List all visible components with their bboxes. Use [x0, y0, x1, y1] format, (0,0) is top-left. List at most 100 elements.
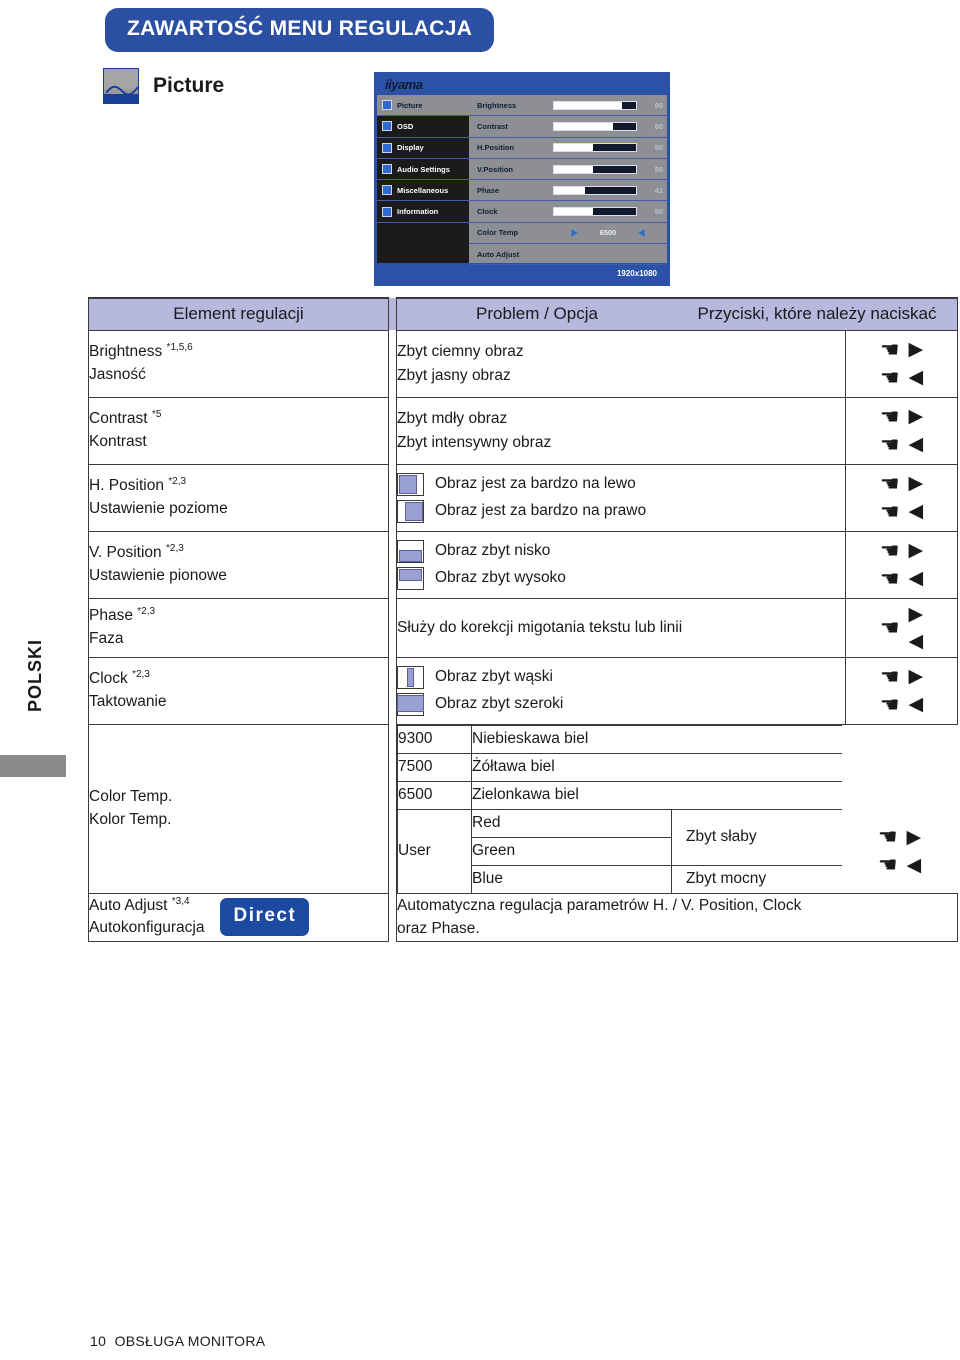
- footnote-ref: *2,3: [132, 668, 150, 680]
- osd-row-brightness[interactable]: Brightness 90: [469, 95, 667, 117]
- triangle-right-icon[interactable]: ▶: [909, 605, 924, 624]
- chevron-right-icon[interactable]: ▶: [572, 228, 578, 237]
- osd-row-contrast[interactable]: Contrast 80: [469, 116, 667, 138]
- option-text-weak: Zbyt słaby: [671, 808, 842, 865]
- section-heading: Picture: [103, 68, 224, 104]
- color-temp-value: 7500: [397, 752, 472, 782]
- osd-slider-v-position[interactable]: [553, 164, 637, 174]
- picture-shifted-down-icon: [397, 539, 424, 563]
- osd-slider-clock[interactable]: [553, 207, 637, 217]
- triangle-left-icon[interactable]: ◀: [909, 632, 924, 651]
- direct-badge[interactable]: Direct: [220, 898, 310, 937]
- wave-glyph: [106, 85, 138, 96]
- osd-row-value: 80: [654, 121, 663, 131]
- row-buttons-h-position: ☚ ▶ ☚ ◀: [845, 463, 958, 532]
- color-temp-preset-row[interactable]: 9300 Niebieskawa biel: [397, 724, 958, 754]
- osd-icon: [382, 121, 392, 132]
- color-channel-red: Red: [471, 808, 672, 838]
- color-temp-preset-row[interactable]: 6500 Zielonkawa biel: [397, 780, 958, 810]
- button-combo-increase[interactable]: ☚ ▶: [880, 665, 923, 688]
- osd-sidebar-item-audio-settings[interactable]: Audio Settings: [377, 159, 469, 181]
- table-row-brightness: Brightness *1,5,6 Jasność Zbyt ciemny ob…: [88, 329, 958, 398]
- footnote-ref: *2,3: [165, 542, 184, 554]
- osd-slider-contrast[interactable]: [553, 121, 637, 131]
- button-combo-decrease[interactable]: ☚ ◀: [880, 366, 923, 389]
- row-options-v-position: Obraz zbyt nisko Obraz zbyt wysoko: [396, 530, 846, 599]
- osd-color-temp-value: 6500: [599, 228, 617, 238]
- picture-icon: [382, 100, 392, 111]
- osd-row-v-position[interactable]: V.Position 50: [469, 159, 667, 181]
- color-channel-blue: Blue: [471, 864, 672, 893]
- triangle-right-icon: ▶: [908, 406, 924, 427]
- button-combo-decrease[interactable]: ☚ ◀: [878, 854, 921, 876]
- triangle-right-icon: ▶: [908, 339, 924, 360]
- column-divider: [388, 464, 397, 531]
- row-buttons-phase: ☚ ▶ ◀: [845, 597, 958, 658]
- row-options-h-position: Obraz jest za bardzo na lewo Obraz jest …: [396, 463, 846, 532]
- button-combo-increase[interactable]: ☚ ▶: [880, 472, 923, 495]
- button-combo-decrease[interactable]: ☚ ◀: [880, 693, 923, 716]
- osd-sidebar-item-miscellaneous[interactable]: Miscellaneous: [377, 180, 469, 202]
- osd-sidebar-item-osd[interactable]: OSD: [377, 116, 469, 138]
- footnote-ref: *3,4: [171, 895, 190, 907]
- triangle-right-icon: ▶: [908, 540, 924, 561]
- button-combo-decrease[interactable]: ☚ ◀: [880, 500, 923, 523]
- row-label-contrast: Contrast *5 Kontrast: [88, 396, 389, 465]
- color-channel-green: Green: [471, 836, 672, 866]
- row-label-clock: Clock *2,3 Taktowanie: [88, 656, 389, 725]
- option-text: Obraz zbyt wysoko: [435, 569, 566, 587]
- column-divider: [388, 724, 397, 894]
- wrench-icon: [382, 185, 392, 196]
- setting-name-pl: Ustawienie pionowe: [89, 566, 227, 584]
- row-options-brightness: Zbyt ciemny obraz Zbyt jasny obraz: [396, 329, 846, 398]
- osd-slider-h-position[interactable]: [553, 143, 637, 153]
- setting-name-en: H. Position: [89, 477, 164, 495]
- osd-sidebar-item-picture[interactable]: Picture: [377, 95, 469, 117]
- osd-row-value: 50: [654, 207, 663, 217]
- osd-sidebar-label: Picture: [397, 100, 423, 110]
- button-combo-increase[interactable]: ☚ ▶: [880, 338, 924, 361]
- column-divider: [388, 531, 397, 598]
- color-temp-user-row-red[interactable]: User Red Zbyt słaby ☚ ▶ ☚ ◀: [397, 808, 958, 893]
- osd-sidebar-item-display[interactable]: Display: [377, 138, 469, 159]
- table-row-h-position: H. Position *2,3 Ustawienie poziome Obra…: [88, 463, 958, 532]
- color-temp-preset-row[interactable]: 7500 Żółtawa biel: [397, 752, 958, 782]
- page-title-banner: ZAWARTOŚĆ MENU REGULACJA: [105, 8, 495, 52]
- option-text: Zbyt ciemny obraz: [397, 343, 524, 361]
- osd-row-color-temp[interactable]: Color Temp ▶ 6500 ◀: [469, 223, 667, 245]
- setting-name-pl: Faza: [89, 629, 124, 647]
- info-list-icon: [382, 206, 392, 217]
- button-combo-decrease[interactable]: ☚ ◀: [880, 567, 924, 590]
- setting-name-pl: Autokonfiguracja: [89, 919, 205, 937]
- pointing-hand-icon: ☚: [877, 824, 898, 849]
- button-combo-increase[interactable]: ☚ ▶: [880, 405, 924, 428]
- osd-row-auto-adjust[interactable]: Auto Adjust: [469, 244, 667, 266]
- column-divider: [388, 657, 397, 724]
- section-heading-label: Picture: [153, 74, 225, 97]
- header-element-regulacji: Element regulacji: [88, 297, 389, 331]
- row-label-v-position: V. Position *2,3 Ustawienie pionowe: [88, 530, 389, 599]
- osd-row-value: 90: [654, 100, 663, 110]
- osd-row-h-position[interactable]: H.Position 50: [469, 138, 667, 159]
- option-text: Obraz zbyt wąski: [435, 668, 554, 686]
- osd-sidebar-label: Display: [397, 143, 424, 153]
- button-combo-increase[interactable]: ☚ ▶: [880, 539, 924, 562]
- osd-slider-phase[interactable]: [553, 185, 637, 195]
- osd-row-phase[interactable]: Phase 41: [469, 180, 667, 202]
- osd-sidebar-item-information[interactable]: Information: [377, 201, 469, 223]
- osd-slider-brightness[interactable]: [553, 100, 637, 110]
- setting-name-en: Clock: [89, 670, 128, 688]
- option-text: Obraz jest za bardzo na lewo: [435, 475, 636, 493]
- osd-row-value: 41: [654, 185, 663, 195]
- button-combo-increase[interactable]: ☚ ▶: [878, 826, 921, 848]
- button-combo-decrease[interactable]: ☚ ◀: [880, 433, 923, 456]
- option-text: Obraz zbyt szeroki: [435, 695, 564, 713]
- triangle-left-icon: ◀: [908, 568, 924, 589]
- chevron-left-icon[interactable]: ◀: [638, 228, 644, 237]
- osd-row-clock[interactable]: Clock 50: [469, 201, 667, 223]
- footer-title: OBSŁUGA MONITORA: [114, 1333, 266, 1349]
- row-description-auto-adjust: Automatyczna regulacja parametrów H. / V…: [396, 893, 958, 942]
- adjustment-menu-table: Element regulacji Problem / Opcja Przyci…: [88, 297, 958, 942]
- color-temp-label: Niebieskawa biel: [471, 724, 842, 754]
- row-label-h-position: H. Position *2,3 Ustawienie poziome: [88, 463, 389, 532]
